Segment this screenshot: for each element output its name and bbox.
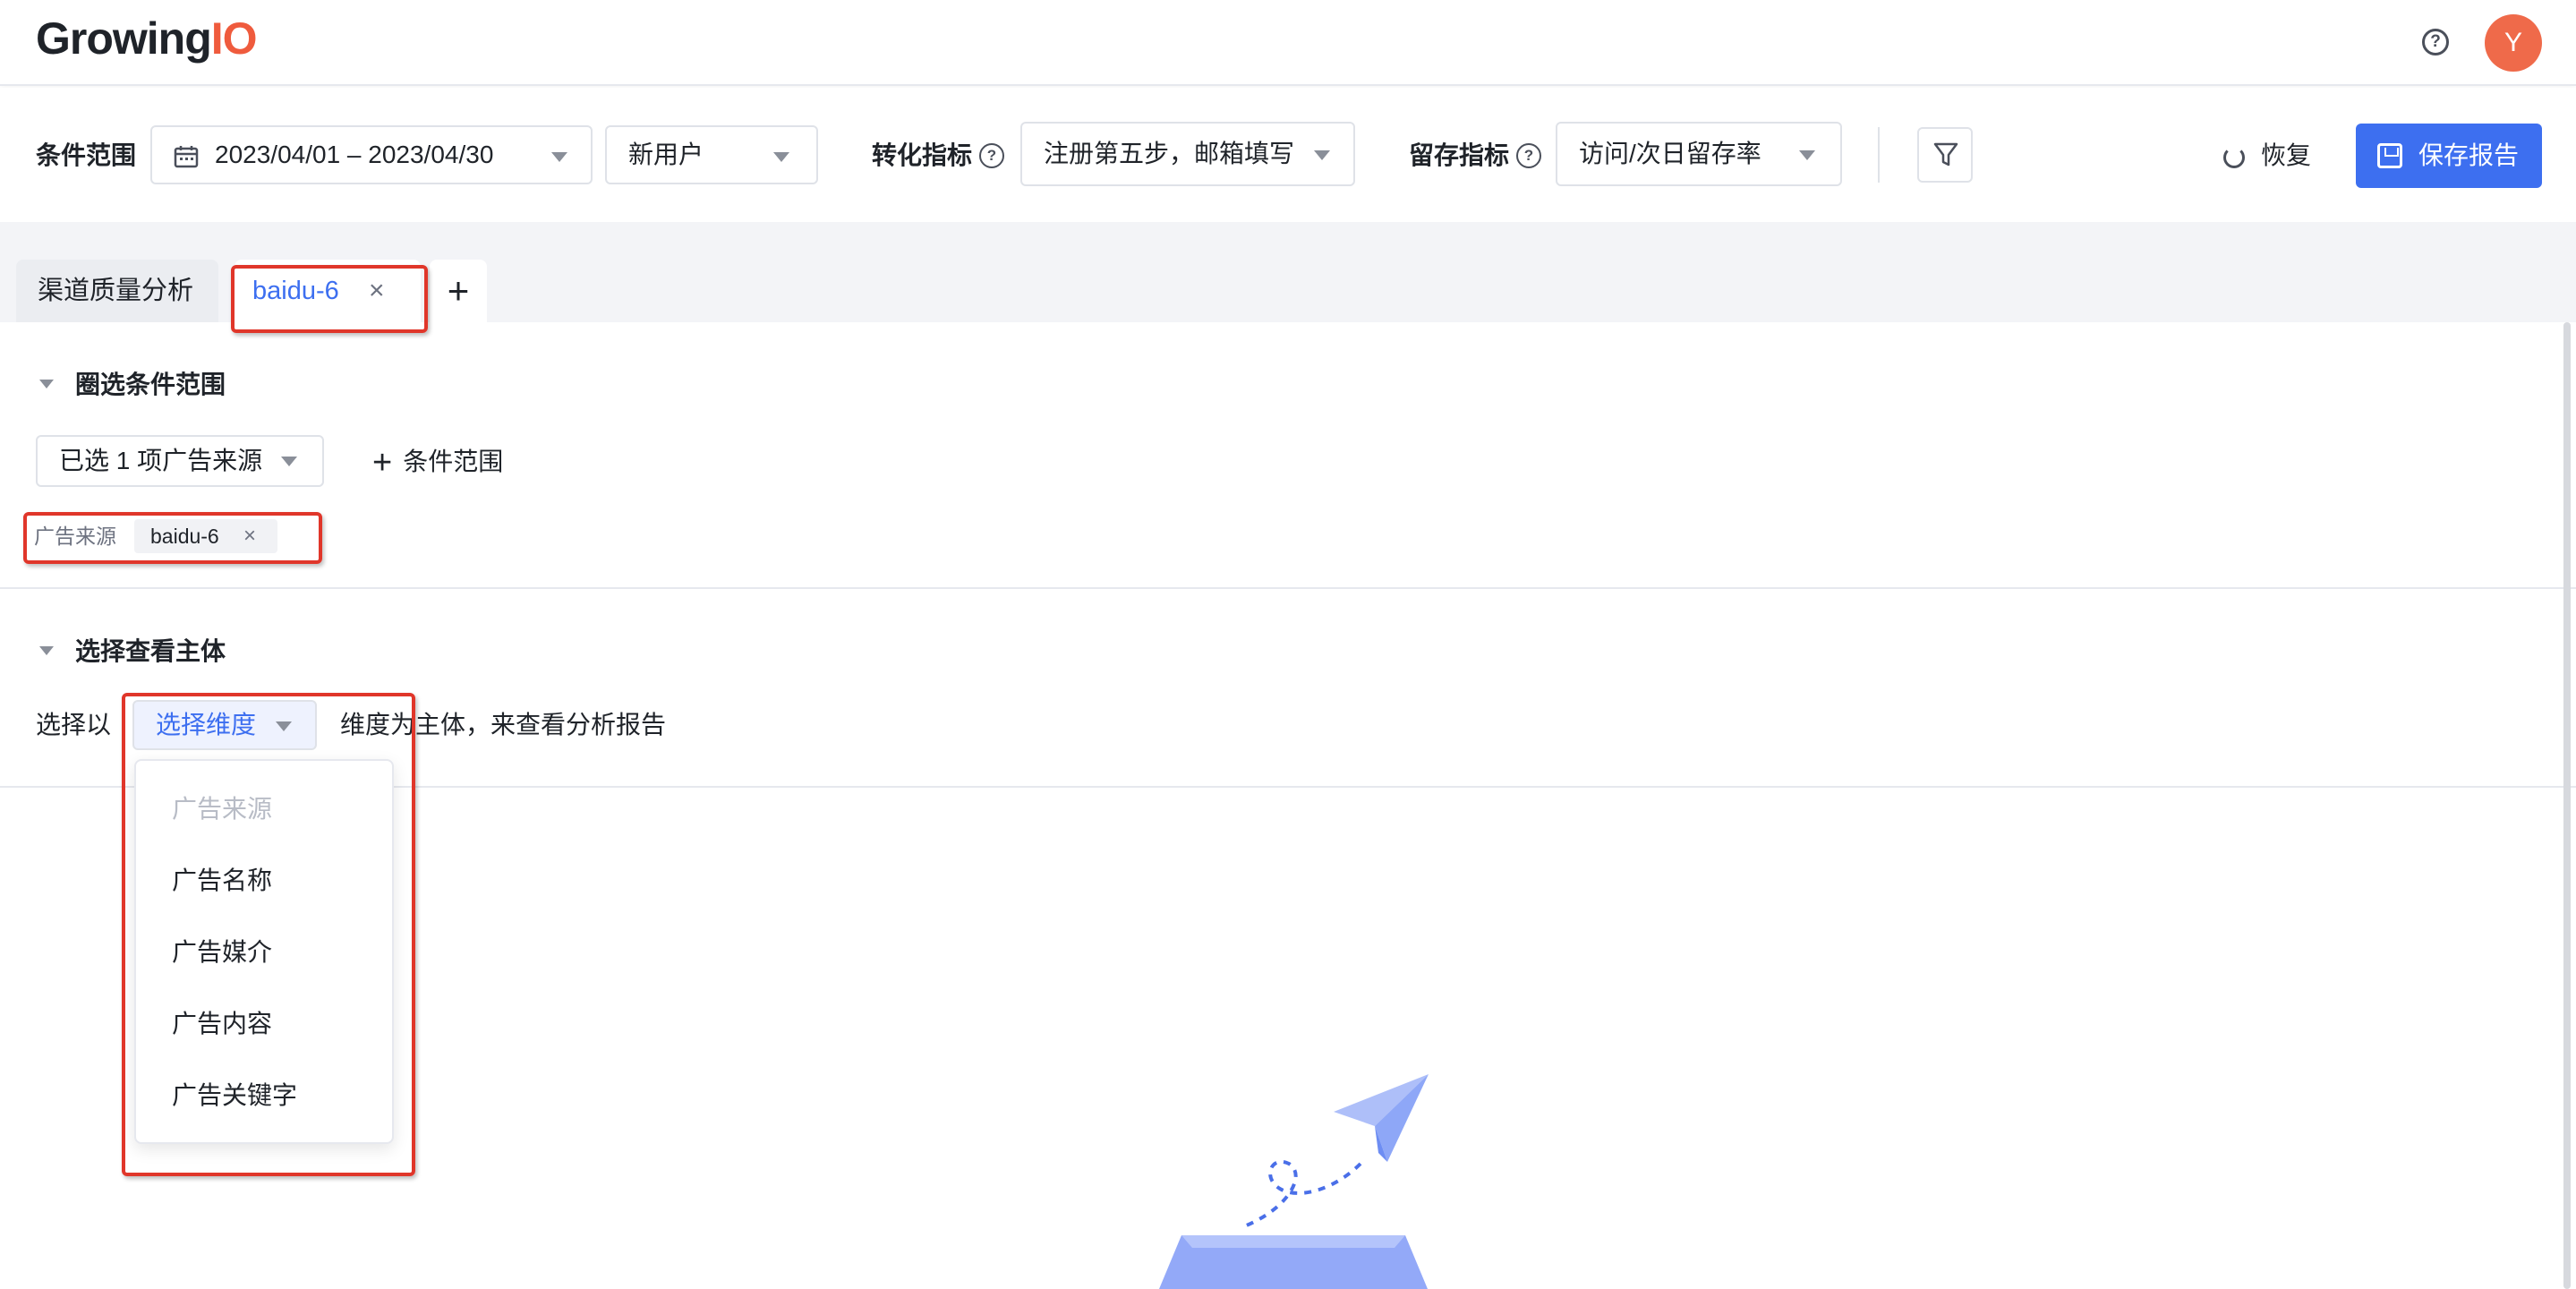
user-type-value: 新用户 — [628, 141, 704, 168]
chevron-down-icon — [773, 152, 789, 162]
chevron-down-icon — [551, 152, 567, 162]
chevron-down-icon — [281, 457, 297, 466]
user-avatar[interactable]: Y — [2485, 14, 2542, 72]
chevron-down-icon — [1799, 150, 1815, 160]
help-icon[interactable]: ? — [2422, 29, 2449, 55]
funnel-icon — [1933, 142, 1958, 166]
app-header: GrowingIO ? Y — [0, 0, 2576, 86]
retention-metric-label: 留存指标 — [1409, 141, 1510, 169]
conversion-metric-value: 注册第五步，邮箱填写 — [1044, 140, 1295, 167]
collapse-triangle-icon[interactable] — [39, 646, 54, 655]
section-title-view-subject: 选择查看主体 — [75, 637, 226, 665]
annotation-box-tab — [231, 265, 428, 333]
growingio-logo[interactable]: GrowingIO — [36, 13, 258, 64]
retention-metric-value: 访问/次日留存率 — [1579, 140, 1761, 167]
refresh-icon — [2223, 147, 2245, 168]
scrollbar[interactable] — [2563, 322, 2571, 1289]
add-condition-label: 条件范围 — [403, 448, 504, 475]
logo-io-text: IO — [210, 13, 258, 64]
conversion-metric-select[interactable]: 注册第五步，邮箱填写 — [1020, 122, 1355, 186]
chevron-down-icon — [1314, 150, 1330, 160]
paper-plane-illustration — [1159, 1074, 1429, 1289]
section-title-filter-range: 圈选条件范围 — [75, 371, 226, 398]
save-icon — [2377, 143, 2402, 168]
retention-metric-select[interactable]: 访问/次日留存率 — [1556, 122, 1842, 186]
calendar-icon — [174, 146, 199, 168]
restore-button[interactable]: 恢复 — [2261, 138, 2311, 174]
ad-source-select-value: 已选 1 项广告来源 — [59, 447, 263, 474]
select-prefix-text: 选择以 — [36, 711, 112, 738]
plus-icon: + — [372, 444, 393, 482]
question-icon[interactable]: ? — [979, 143, 1004, 168]
add-condition-button[interactable]: + 条件范围 — [372, 444, 503, 481]
annotation-box-tag — [23, 512, 322, 564]
condition-range-label: 条件范围 — [36, 141, 137, 169]
ad-source-select[interactable]: 已选 1 项广告来源 — [36, 435, 324, 487]
date-range-value: 2023/04/01 – 2023/04/30 — [215, 141, 494, 168]
logo-text: Growing — [36, 13, 212, 64]
add-tab-button[interactable]: + — [430, 260, 487, 322]
question-icon[interactable]: ? — [1516, 143, 1541, 168]
filter-button[interactable] — [1917, 127, 1973, 183]
user-type-select[interactable]: 新用户 — [605, 125, 818, 184]
date-range-picker[interactable]: 2023/04/01 – 2023/04/30 — [150, 125, 593, 184]
annotation-box-dropdown — [122, 693, 415, 1176]
section-divider — [0, 587, 2576, 589]
conversion-metric-label: 转化指标 — [872, 141, 973, 169]
tab-channel-quality[interactable]: 渠道质量分析 — [16, 260, 218, 322]
toolbar-divider — [1878, 127, 1880, 183]
collapse-triangle-icon[interactable] — [39, 380, 54, 388]
